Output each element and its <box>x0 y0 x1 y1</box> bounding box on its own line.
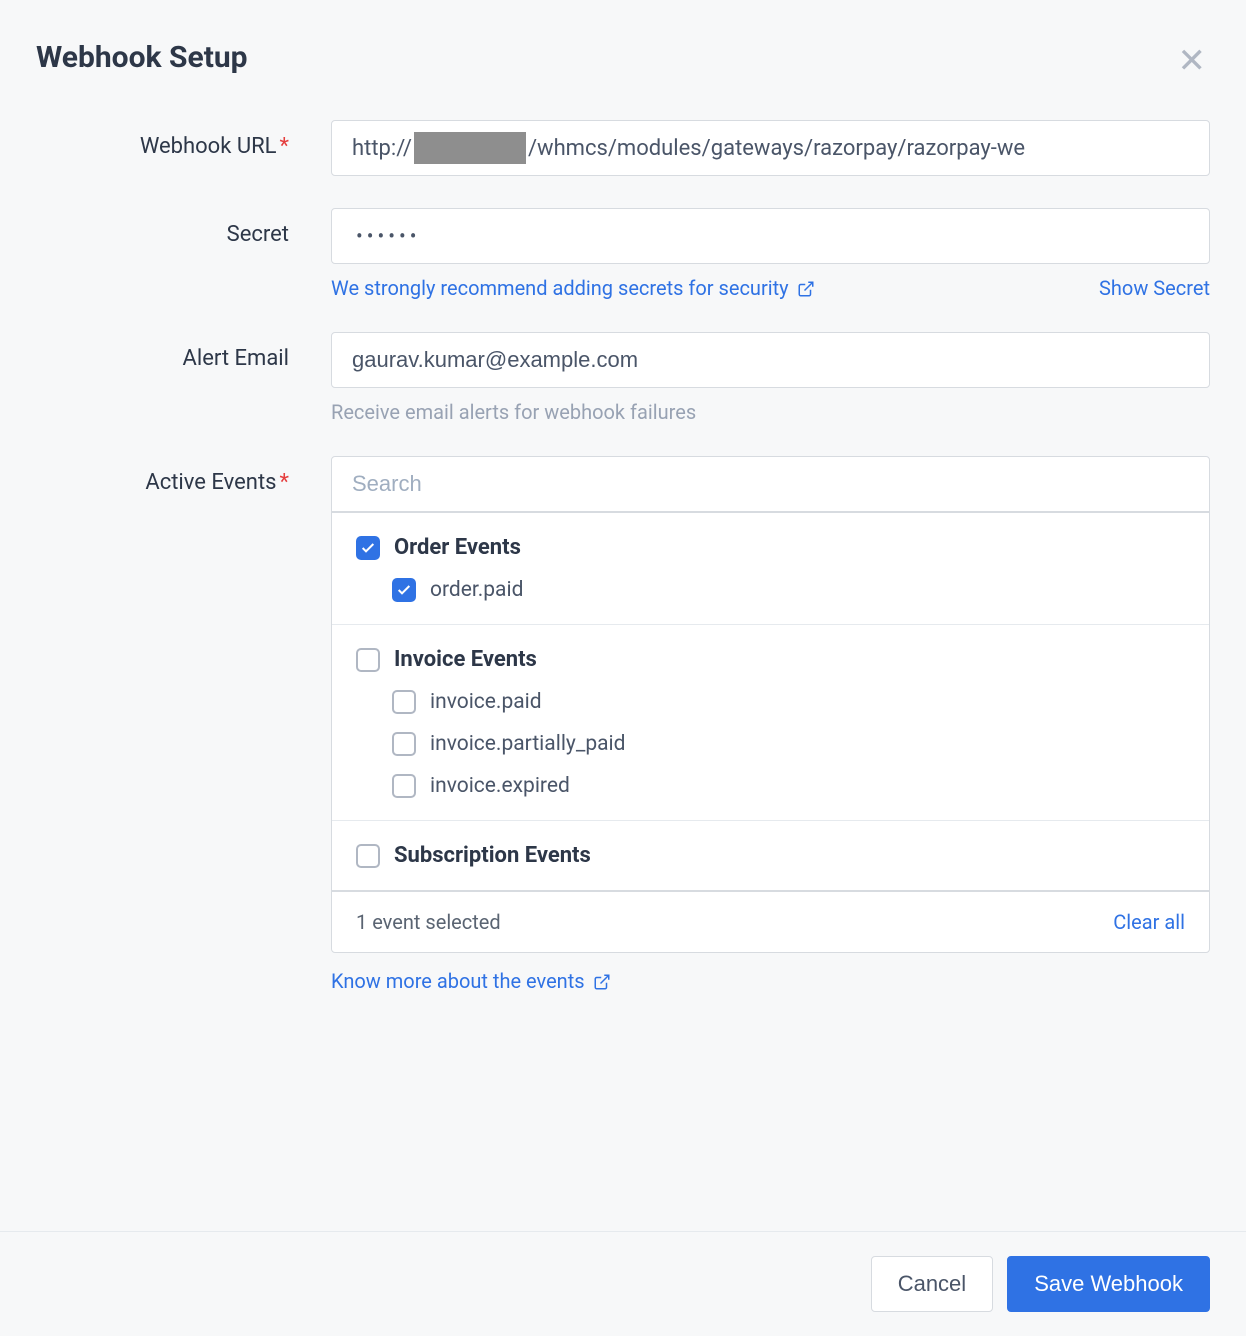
event-item-invoice-paid[interactable]: invoice.paid <box>356 690 1185 714</box>
events-footer: 1 event selected Clear all <box>332 890 1209 952</box>
required-indicator: * <box>280 470 289 495</box>
clear-all-link[interactable]: Clear all <box>1113 910 1185 934</box>
url-suffix: /whmcs/modules/gateways/razorpay/razorpa… <box>528 136 1025 161</box>
alert-email-input[interactable] <box>331 332 1210 388</box>
alert-email-field: Receive email alerts for webhook failure… <box>331 332 1210 424</box>
close-button[interactable]: ✕ <box>1174 40 1211 82</box>
event-group-title: Invoice Events <box>394 647 537 672</box>
field-row-active-events: Active Events* Order Events <box>36 456 1210 993</box>
event-group-order: Order Events order.paid <box>332 513 1209 625</box>
secret-label: Secret <box>36 208 331 247</box>
field-row-secret: Secret •••••• We strongly recommend addi… <box>36 208 1210 300</box>
field-row-webhook-url: Webhook URL* http:// /whmcs/modules/gate… <box>36 120 1210 176</box>
modal-footer: Cancel Save Webhook <box>0 1231 1246 1336</box>
url-prefix: http:// <box>352 136 412 161</box>
know-more-row: Know more about the events <box>331 969 1210 993</box>
webhook-url-input[interactable]: http:// /whmcs/modules/gateways/razorpay… <box>331 120 1210 176</box>
checkbox-subscription-events[interactable] <box>356 844 380 868</box>
event-group-title: Order Events <box>394 535 521 560</box>
external-link-icon <box>593 972 611 990</box>
webhook-url-label: Webhook URL* <box>36 120 331 159</box>
secret-recommend-link[interactable]: We strongly recommend adding secrets for… <box>331 276 815 300</box>
events-selected-count: 1 event selected <box>356 910 501 934</box>
secret-field: •••••• We strongly recommend adding secr… <box>331 208 1210 300</box>
checkbox-order-paid[interactable] <box>392 578 416 602</box>
event-group-invoice: Invoice Events invoice.paid <box>332 625 1209 821</box>
event-item-invoice-expired[interactable]: invoice.expired <box>356 774 1185 798</box>
events-search-input[interactable] <box>332 457 1209 513</box>
event-group-header[interactable]: Subscription Events <box>356 843 1185 868</box>
alert-email-label: Alert Email <box>36 332 331 371</box>
required-indicator: * <box>280 134 289 159</box>
event-group-title: Subscription Events <box>394 843 591 868</box>
webhook-setup-modal: Webhook Setup ✕ Webhook URL* http:// /wh… <box>0 0 1246 993</box>
event-item-invoice-partially-paid[interactable]: invoice.partially_paid <box>356 732 1185 756</box>
webhook-url-field: http:// /whmcs/modules/gateways/razorpay… <box>331 120 1210 176</box>
know-more-link[interactable]: Know more about the events <box>331 969 611 993</box>
checkbox-order-events[interactable] <box>356 536 380 560</box>
modal-title: Webhook Setup <box>36 40 248 75</box>
active-events-label: Active Events* <box>36 456 331 495</box>
external-link-icon <box>797 279 815 297</box>
cancel-button[interactable]: Cancel <box>871 1256 993 1312</box>
event-item-order-paid[interactable]: order.paid <box>356 578 1185 602</box>
events-box: Order Events order.paid <box>331 456 1210 953</box>
active-events-field: Order Events order.paid <box>331 456 1210 993</box>
secret-helper-row: We strongly recommend adding secrets for… <box>331 276 1210 300</box>
checkbox-invoice-partially-paid[interactable] <box>392 732 416 756</box>
field-row-alert-email: Alert Email Receive email alerts for web… <box>36 332 1210 424</box>
close-icon: ✕ <box>1178 42 1207 80</box>
modal-header: Webhook Setup ✕ <box>36 40 1210 82</box>
event-group-subscription: Subscription Events <box>332 821 1209 890</box>
secret-input[interactable]: •••••• <box>331 208 1210 264</box>
event-group-header[interactable]: Invoice Events <box>356 647 1185 672</box>
checkbox-invoice-paid[interactable] <box>392 690 416 714</box>
alert-email-helper: Receive email alerts for webhook failure… <box>331 400 1210 424</box>
checkbox-invoice-expired[interactable] <box>392 774 416 798</box>
checkbox-invoice-events[interactable] <box>356 648 380 672</box>
save-webhook-button[interactable]: Save Webhook <box>1007 1256 1210 1312</box>
url-redacted-block <box>414 132 526 164</box>
events-list: Order Events order.paid <box>332 513 1209 890</box>
show-secret-toggle[interactable]: Show Secret <box>1099 276 1210 300</box>
event-group-header[interactable]: Order Events <box>356 535 1185 560</box>
